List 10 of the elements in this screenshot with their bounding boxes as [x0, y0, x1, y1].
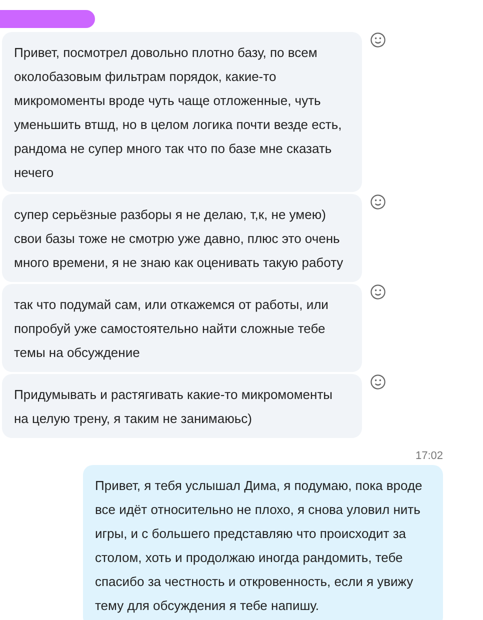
- message-time: 17:02: [415, 450, 443, 462]
- smiley-icon[interactable]: [370, 194, 386, 210]
- smiley-icon[interactable]: [370, 284, 386, 300]
- incoming-message: супер серьёзные разборы я не делаю, т,к, не умею) свои базы тоже не смотрю уже давно, плюс это очень много времени, я не знаю как оценивать такую работу: [2, 194, 362, 282]
- incoming-message: так что подумай сам, или откажемся от работы, или попробуй уже самостоятельно найти сложные тебе темы на обсуждение: [2, 284, 362, 372]
- incoming-message: Привет, посмотрел довольно плотно базу, по всем околобазовым фильтрам порядок, какие-то микромоменты вроде чуть чаще отложенные, чуть уменьшить втшд, но в целом логика почти везде есть, рандома не супер много так что по базе мне сказать нечего: [2, 32, 362, 192]
- outgoing-message: Привет, я тебя услышал Дима, я подумаю, пока вроде все идёт относительно не плохо, я снова уловил нить игры, и с большего представляю что происходит за столом, хоть и продолжаю иногда рандомить, тебе спасибо за честность и откровенность, если я увижу тему для обсуждения я тебе напишу.: [83, 465, 443, 620]
- smiley-icon[interactable]: [370, 374, 386, 390]
- incoming-message: Придумывать и растягивать какие-то микромоменты на целую трену, я таким не занимаюьс): [2, 374, 362, 438]
- smiley-icon[interactable]: [370, 32, 386, 48]
